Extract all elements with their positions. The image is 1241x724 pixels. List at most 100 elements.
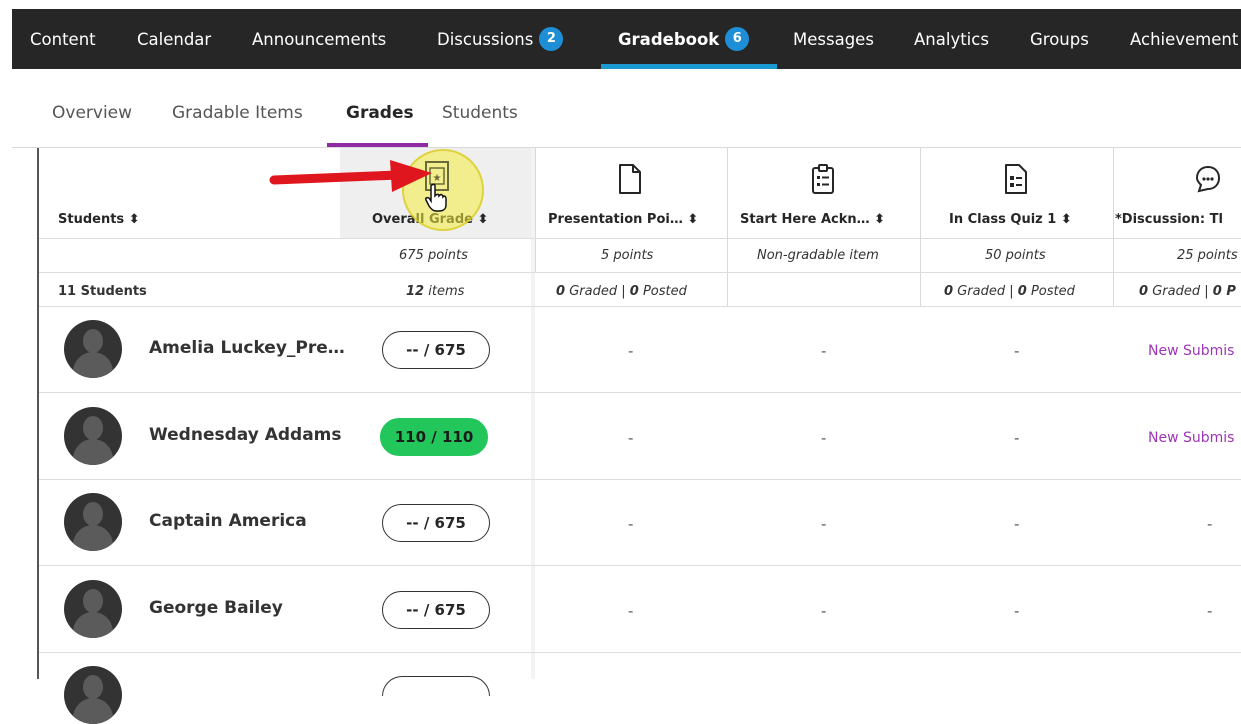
presentation-column-header[interactable]: Presentation Poi… ⬍	[548, 212, 698, 227]
overall-grade-pill[interactable]	[382, 676, 490, 696]
grade-cell[interactable]: -	[821, 342, 826, 360]
quiz-graded-summary: 0 Graded | 0 Posted	[944, 284, 1075, 299]
graded-label: Graded	[957, 284, 1006, 299]
overall-grade-pill[interactable]: -- / 675	[382, 504, 490, 542]
row-divider	[39, 272, 1241, 273]
student-name[interactable]: Amelia Luckey_Pre…	[149, 338, 345, 358]
avatar	[64, 666, 122, 724]
grade-cell[interactable]: -	[628, 602, 633, 620]
graded-count: 0	[1139, 284, 1149, 299]
posted-count: 0	[1017, 284, 1027, 299]
discussion-icon	[1195, 165, 1221, 193]
header-text: Start Here Ackn…	[740, 212, 870, 227]
clipboard-icon	[812, 164, 834, 194]
avatar	[64, 407, 122, 465]
row-divider	[39, 565, 1241, 566]
student-name[interactable]: Wednesday Addams	[149, 425, 342, 445]
tab-label: Groups	[1030, 29, 1089, 49]
quiz-column-header[interactable]: In Class Quiz 1 ⬍	[949, 212, 1072, 227]
grade-cell[interactable]: -	[628, 429, 633, 447]
graded-count: 0	[944, 284, 954, 299]
overall-grade-pill[interactable]: 110 / 110	[380, 418, 488, 456]
sort-icon: ⬍	[477, 212, 489, 227]
graded-label: Graded	[1152, 284, 1201, 299]
posted-count: 0 P	[1212, 284, 1236, 299]
quiz-icon	[1005, 164, 1027, 194]
discussions-count-badge: 2	[539, 27, 564, 51]
start-here-points: Non-gradable item	[757, 248, 879, 263]
tab-label: Discussions	[437, 29, 534, 49]
overall-grade-pill[interactable]: -- / 675	[382, 591, 490, 629]
sort-icon: ⬍	[874, 212, 886, 227]
tab-achievements[interactable]: Achievement	[1130, 9, 1238, 69]
student-name[interactable]: Captain America	[149, 511, 307, 531]
tab-content[interactable]: Content	[30, 9, 96, 69]
sort-icon: ⬍	[128, 212, 140, 227]
discussion-graded-summary: 0 Graded | 0 P	[1139, 284, 1236, 299]
grade-cell[interactable]: -	[1014, 515, 1019, 533]
new-submission-link[interactable]: New Submis	[1148, 430, 1234, 446]
header-text: Presentation Poi…	[548, 212, 683, 227]
document-icon	[619, 164, 641, 194]
tab-label: Gradebook	[618, 29, 720, 49]
graded-label: Graded	[569, 284, 618, 299]
student-name[interactable]: George Bailey	[149, 598, 283, 618]
tab-calendar[interactable]: Calendar	[137, 9, 211, 69]
students-column-header[interactable]: Students ⬍	[58, 212, 140, 227]
grade-cell[interactable]: -	[821, 515, 826, 533]
header-text: In Class Quiz 1	[949, 212, 1057, 227]
grade-cell[interactable]: -	[1207, 602, 1212, 620]
tab-label: Calendar	[137, 29, 212, 49]
presentation-graded-summary: 0 Graded | 0 Posted	[556, 284, 687, 299]
row-divider	[39, 238, 1241, 239]
discussion-points: 25 points	[1177, 248, 1238, 263]
avatar	[64, 580, 122, 638]
sort-icon: ⬍	[1060, 212, 1072, 227]
tab-label: Achievement	[1130, 29, 1239, 49]
col-divider	[920, 148, 921, 272]
tab-announcements[interactable]: Announcements	[252, 9, 386, 69]
row-divider	[39, 306, 1241, 307]
overall-points: 675 points	[399, 248, 468, 263]
separator: |	[1009, 284, 1014, 299]
sort-icon: ⬍	[687, 212, 699, 227]
subtab-gradable-items[interactable]: Gradable Items	[172, 103, 303, 123]
tab-discussions[interactable]: Discussions 2	[437, 9, 564, 69]
col-divider	[1113, 148, 1114, 272]
new-submission-link[interactable]: New Submis	[1148, 343, 1234, 359]
posted-label: Posted	[642, 284, 687, 299]
student-count: 11 Students	[58, 284, 147, 299]
grade-cell[interactable]: -	[628, 342, 633, 360]
graded-count: 0	[556, 284, 566, 299]
hand-cursor-icon	[425, 183, 447, 212]
tab-messages[interactable]: Messages	[793, 9, 874, 69]
tab-groups[interactable]: Groups	[1030, 9, 1089, 69]
subtab-overview[interactable]: Overview	[52, 103, 132, 123]
grade-cell[interactable]: -	[821, 602, 826, 620]
separator: |	[1204, 284, 1209, 299]
discussion-column-header[interactable]: *Discussion: Tl	[1115, 212, 1223, 227]
grade-cell[interactable]: -	[1014, 429, 1019, 447]
avatar	[64, 493, 122, 551]
grade-cell[interactable]: -	[628, 515, 633, 533]
tab-label: Messages	[793, 29, 874, 49]
avatar	[64, 320, 122, 378]
overall-grade-pill[interactable]: -- / 675	[382, 331, 490, 369]
tab-label: Content	[30, 29, 96, 49]
posted-label: Posted	[1030, 284, 1075, 299]
subtab-grades[interactable]: Grades	[346, 103, 414, 123]
grade-cell[interactable]: -	[1014, 342, 1019, 360]
active-tab-indicator	[601, 64, 777, 69]
tab-analytics[interactable]: Analytics	[914, 9, 989, 69]
count-label: items	[428, 284, 465, 299]
grid-left-border	[37, 148, 39, 679]
tab-gradebook[interactable]: Gradebook 6	[618, 9, 750, 69]
col-divider	[920, 272, 921, 306]
start-here-column-header[interactable]: Start Here Ackn… ⬍	[740, 212, 885, 227]
subtab-students[interactable]: Students	[442, 103, 518, 123]
grade-cell[interactable]: -	[1014, 602, 1019, 620]
grade-cell[interactable]: -	[821, 429, 826, 447]
grade-cell[interactable]: -	[1207, 515, 1212, 533]
annotation-arrow	[269, 160, 432, 192]
row-divider	[39, 652, 1241, 653]
